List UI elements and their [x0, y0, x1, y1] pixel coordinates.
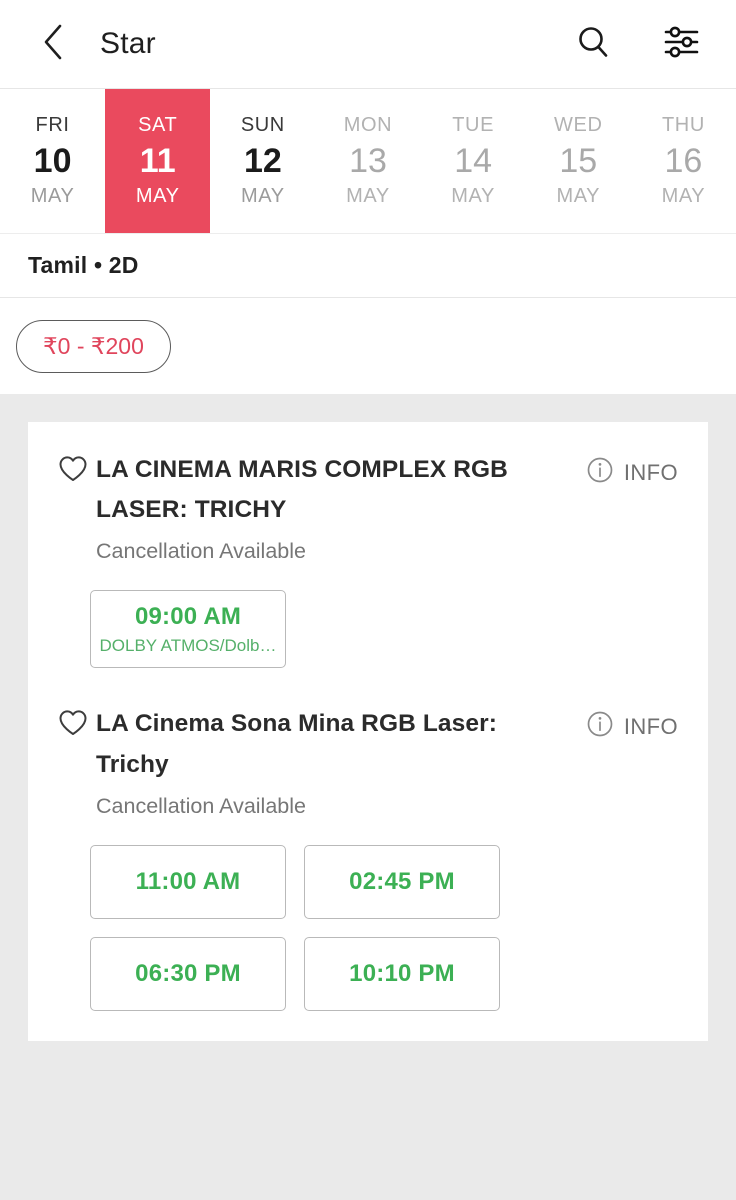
cancellation-note: Cancellation Available — [96, 793, 306, 818]
showtime-list: 11:00 AM 02:45 PM 06:30 PM 10:10 PM — [90, 844, 678, 1011]
search-button[interactable] — [570, 21, 616, 67]
language-format-label: Tamil • 2D — [28, 252, 139, 278]
price-filter-chip[interactable]: ₹0 - ₹200 — [16, 319, 171, 373]
date-cell-3[interactable]: MON 13 MAY — [315, 89, 420, 233]
date-month: MAY — [556, 185, 601, 208]
date-month: MAY — [346, 185, 390, 208]
venue-card: LA CINEMA MARIS COMPLEX RGB LASER: TRICH… — [28, 422, 708, 1041]
date-month: MAY — [451, 185, 495, 208]
showtime-time: 09:00 AM — [134, 603, 242, 631]
heart-outline-icon — [58, 456, 88, 487]
date-day: 13 — [349, 141, 387, 180]
cancellation-note: Cancellation Available — [96, 539, 306, 564]
date-dow: SAT — [138, 113, 178, 136]
showtime-button[interactable]: 09:00 AM DOLBY ATMOS/Dolb… — [90, 590, 286, 669]
venue-header: LA Cinema Sona Mina RGB Laser: Trichy IN… — [58, 704, 678, 784]
showtime-button[interactable]: 06:30 PM — [90, 936, 286, 1011]
date-day: 16 — [664, 141, 703, 180]
price-filter-row: ₹0 - ₹200 — [0, 298, 736, 394]
date-month: MAY — [30, 185, 75, 208]
date-dow: MON — [343, 113, 393, 136]
favourite-button[interactable] — [58, 704, 96, 742]
venue-name[interactable]: LA CINEMA MARIS COMPLEX RGB LASER: TRICH… — [96, 450, 586, 530]
venue-item-0: LA CINEMA MARIS COMPLEX RGB LASER: TRICH… — [28, 450, 708, 669]
venue-info-label: INFO — [623, 713, 678, 739]
info-circle-icon — [586, 456, 614, 489]
date-cell-2[interactable]: SUN 12 MAY — [210, 89, 315, 233]
date-dow: THU — [661, 113, 705, 136]
showtime-time: 10:10 PM — [349, 960, 455, 988]
chevron-left-icon — [40, 22, 66, 67]
showtime-time: 02:45 PM — [349, 868, 455, 896]
venue-item-1: LA Cinema Sona Mina RGB Laser: Trichy IN… — [28, 704, 708, 1011]
date-dow: SUN — [240, 113, 285, 136]
venue-info-label: INFO — [623, 459, 678, 485]
date-day: 11 — [139, 141, 176, 180]
date-month: MAY — [241, 185, 285, 208]
showtime-time: 11:00 AM — [135, 868, 241, 896]
language-format-row[interactable]: Tamil • 2D — [0, 233, 736, 298]
filter-button[interactable] — [660, 21, 706, 67]
date-month: MAY — [135, 185, 180, 208]
search-icon — [575, 24, 611, 65]
header-actions — [570, 21, 706, 67]
showtime-button[interactable]: 02:45 PM — [304, 844, 500, 919]
date-day: 14 — [454, 141, 493, 180]
showtime-time: 06:30 PM — [135, 960, 241, 988]
date-month: MAY — [661, 185, 706, 208]
date-cell-0[interactable]: FRI 10 MAY — [0, 89, 105, 233]
date-selector: FRI 10 MAY SAT 11 MAY SUN 12 MAY MON 13 … — [0, 88, 736, 233]
showtime-list: 09:00 AM DOLBY ATMOS/Dolb… — [90, 590, 678, 669]
info-circle-icon — [586, 710, 614, 743]
date-day: 15 — [559, 141, 598, 180]
venue-list: LA CINEMA MARIS COMPLEX RGB LASER: TRICH… — [0, 394, 736, 1200]
venue-info-button[interactable]: INFO — [586, 450, 678, 489]
favourite-button[interactable] — [58, 450, 96, 488]
back-button[interactable] — [30, 21, 76, 67]
date-cell-1[interactable]: SAT 11 MAY — [105, 89, 211, 233]
date-cell-5[interactable]: WED 15 MAY — [526, 89, 631, 233]
showtime-button[interactable]: 10:10 PM — [304, 936, 500, 1011]
heart-outline-icon — [58, 710, 88, 741]
date-dow: TUE — [452, 113, 495, 136]
showtime-button[interactable]: 11:00 AM — [90, 844, 286, 919]
date-cell-6[interactable]: THU 16 MAY — [631, 89, 736, 233]
venue-header: LA CINEMA MARIS COMPLEX RGB LASER: TRICH… — [58, 450, 678, 530]
app-header: Star — [0, 0, 736, 88]
showtimes-screen: Star FRI 10 MAY SAT 11 MAY SUN 12 MAY MO… — [0, 0, 736, 1200]
venue-name[interactable]: LA Cinema Sona Mina RGB Laser: Trichy — [96, 704, 586, 784]
venue-info-button[interactable]: INFO — [586, 704, 678, 743]
date-day: 12 — [243, 141, 282, 180]
date-day: 10 — [33, 141, 72, 180]
page-title: Star — [100, 27, 156, 60]
date-dow: WED — [554, 113, 603, 136]
showtime-format: DOLBY ATMOS/Dolb… — [99, 635, 277, 655]
date-cell-4[interactable]: TUE 14 MAY — [421, 89, 526, 233]
filter-sliders-icon — [663, 24, 703, 65]
date-dow: FRI — [35, 113, 70, 136]
